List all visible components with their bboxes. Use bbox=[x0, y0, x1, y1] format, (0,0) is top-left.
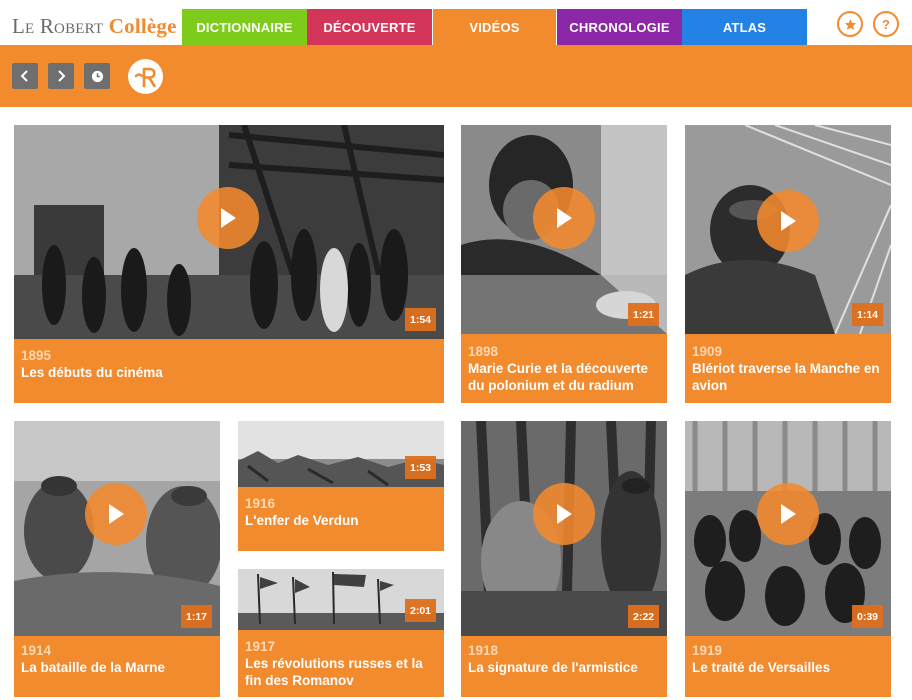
play-icon bbox=[781, 504, 796, 524]
video-thumbnail: 1:53 bbox=[238, 421, 444, 487]
play-button[interactable] bbox=[533, 483, 595, 545]
favorites-button[interactable] bbox=[837, 11, 863, 37]
video-year: 1909 bbox=[692, 344, 723, 359]
video-card-1909[interactable]: 1:14 1909 Blériot traverse la Manche en … bbox=[685, 125, 891, 403]
tab-atlas[interactable]: ATLAS bbox=[682, 9, 807, 45]
play-icon bbox=[781, 211, 796, 231]
section-toolbar bbox=[0, 45, 912, 107]
logo-text-edition: Collège bbox=[108, 14, 177, 38]
tab-decouverte[interactable]: DÉCOUVERTE bbox=[307, 9, 432, 45]
tab-dictionnaire[interactable]: DICTIONNAIRE bbox=[182, 9, 307, 45]
chevron-right-icon bbox=[58, 70, 66, 82]
top-header: Le Robert Collège DICTIONNAIRE DÉCOUVERT… bbox=[0, 0, 912, 46]
forward-button[interactable] bbox=[48, 63, 74, 89]
video-thumbnail: 1:54 bbox=[14, 125, 444, 339]
video-card-1914[interactable]: 1:17 1914 La bataille de la Marne bbox=[14, 421, 220, 697]
video-duration: 0:39 bbox=[851, 605, 883, 628]
video-caption: 1895 Les débuts du cinéma bbox=[21, 347, 438, 381]
star-icon bbox=[844, 18, 856, 30]
video-thumbnail: 1:14 bbox=[685, 125, 891, 334]
video-duration: 1:53 bbox=[404, 456, 436, 479]
video-title: La signature de l'armistice bbox=[468, 660, 638, 675]
video-title: Blériot traverse la Manche en avion bbox=[692, 361, 880, 393]
video-year: 1895 bbox=[21, 348, 52, 363]
video-caption: 1909 Blériot traverse la Manche en avion bbox=[692, 343, 885, 394]
video-card-1918[interactable]: 2:22 1918 La signature de l'armistice bbox=[461, 421, 667, 697]
video-duration: 1:14 bbox=[851, 303, 883, 326]
video-thumbnail: 1:21 bbox=[461, 125, 667, 334]
video-card-1916[interactable]: 1:53 1916 L'enfer de Verdun bbox=[238, 421, 444, 551]
video-duration: 1:54 bbox=[404, 308, 436, 331]
play-button[interactable] bbox=[757, 190, 819, 252]
play-icon bbox=[221, 208, 236, 228]
video-title: Marie Curie et la découverte du polonium… bbox=[468, 361, 649, 393]
video-year: 1918 bbox=[468, 643, 499, 658]
video-year: 1914 bbox=[21, 643, 52, 658]
play-button[interactable] bbox=[197, 187, 259, 249]
video-year: 1898 bbox=[468, 344, 499, 359]
video-thumbnail: 1:17 bbox=[14, 421, 220, 636]
video-card-1898[interactable]: 1:21 1898 Marie Curie et la découverte d… bbox=[461, 125, 667, 403]
back-button[interactable] bbox=[12, 63, 38, 89]
play-button[interactable] bbox=[533, 187, 595, 249]
clock-icon bbox=[91, 70, 103, 82]
video-caption: 1917 Les révolutions russes et la fin de… bbox=[245, 638, 438, 689]
play-icon bbox=[109, 504, 124, 524]
play-icon bbox=[557, 504, 572, 524]
video-thumbnail: 2:22 bbox=[461, 421, 667, 636]
video-title: Le traité de Versailles bbox=[692, 660, 831, 675]
video-duration: 2:22 bbox=[627, 605, 659, 628]
video-title: Les révolutions russes et la fin des Rom… bbox=[245, 656, 423, 688]
robert-r-logo-icon bbox=[134, 67, 156, 87]
video-caption: 1918 La signature de l'armistice bbox=[468, 642, 661, 676]
tab-chronologie[interactable]: CHRONOLOGIE bbox=[557, 9, 682, 45]
video-caption: 1919 Le traité de Versailles bbox=[692, 642, 885, 676]
video-card-1917[interactable]: 2:01 1917 Les révolutions russes et la f… bbox=[238, 569, 444, 697]
video-caption: 1914 La bataille de la Marne bbox=[21, 642, 214, 676]
video-caption: 1898 Marie Curie et la découverte du pol… bbox=[468, 343, 661, 394]
robert-logo-button[interactable] bbox=[128, 59, 163, 94]
help-button[interactable]: ? bbox=[873, 11, 899, 37]
video-year: 1916 bbox=[245, 496, 276, 511]
video-duration: 1:21 bbox=[627, 303, 659, 326]
video-thumbnail: 2:01 bbox=[238, 569, 444, 630]
video-year: 1919 bbox=[692, 643, 723, 658]
question-icon: ? bbox=[882, 16, 890, 32]
chevron-left-icon bbox=[20, 70, 28, 82]
video-card-1919[interactable]: 0:39 1919 Le traité de Versailles bbox=[685, 421, 891, 697]
video-title: L'enfer de Verdun bbox=[245, 513, 359, 528]
video-title: La bataille de la Marne bbox=[21, 660, 166, 675]
site-logo[interactable]: Le Robert Collège bbox=[12, 14, 177, 39]
play-button[interactable] bbox=[85, 483, 147, 545]
main-nav-tabs: DICTIONNAIRE DÉCOUVERTE VIDÉOS CHRONOLOG… bbox=[182, 9, 807, 45]
logo-text-brand: Le Robert bbox=[12, 14, 104, 38]
play-button[interactable] bbox=[757, 483, 819, 545]
tab-videos[interactable]: VIDÉOS bbox=[432, 9, 557, 45]
video-duration: 1:17 bbox=[180, 605, 212, 628]
play-icon bbox=[557, 208, 572, 228]
video-card-1895[interactable]: 1:54 1895 Les débuts du cinéma bbox=[14, 125, 444, 403]
video-title: Les débuts du cinéma bbox=[21, 365, 163, 380]
history-button[interactable] bbox=[84, 63, 110, 89]
video-duration: 2:01 bbox=[404, 599, 436, 622]
video-thumbnail: 0:39 bbox=[685, 421, 891, 636]
video-caption: 1916 L'enfer de Verdun bbox=[245, 495, 438, 529]
video-year: 1917 bbox=[245, 639, 276, 654]
